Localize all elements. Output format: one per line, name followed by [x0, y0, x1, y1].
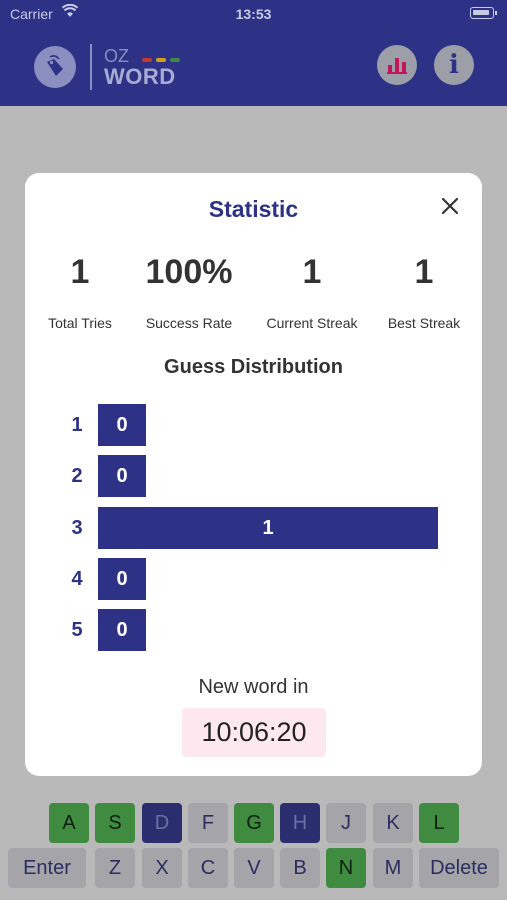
logo-dash-yellow — [156, 58, 166, 62]
distribution-row: 1 0 — [60, 404, 450, 446]
stat-value: 100% — [145, 253, 233, 291]
info-button[interactable]: i — [434, 45, 474, 85]
distribution-bar: 0 — [98, 558, 146, 600]
stat-label: Current Streak — [266, 315, 358, 331]
guess-number: 4 — [71, 568, 83, 590]
key-c[interactable]: C — [188, 848, 228, 888]
key-l[interactable]: L — [419, 803, 459, 843]
stat-label: Best Streak — [387, 315, 461, 331]
distribution-bar: 1 — [98, 507, 438, 549]
info-icon: i — [449, 50, 459, 80]
close-icon — [441, 197, 459, 215]
stat-value: 1 — [70, 253, 90, 291]
logo-dash-green — [170, 58, 180, 62]
logo-text-bottom: WORD — [104, 64, 176, 89]
guess-number: 5 — [71, 619, 83, 641]
key-a[interactable]: A — [49, 803, 89, 843]
logo-dash-red — [142, 58, 152, 62]
new-word-label: New word in — [198, 676, 309, 698]
key-d[interactable]: D — [142, 803, 182, 843]
bar-chart-icon — [387, 58, 407, 74]
key-x[interactable]: X — [142, 848, 182, 888]
clock: 13:53 — [235, 6, 272, 22]
key-m[interactable]: M — [373, 848, 413, 888]
key-n[interactable]: N — [326, 848, 366, 888]
key-s[interactable]: S — [95, 803, 135, 843]
close-button[interactable] — [437, 193, 463, 219]
guess-number: 3 — [71, 517, 83, 539]
stat-success-rate: 100% Success Rate — [129, 251, 249, 331]
guess-number: 1 — [71, 414, 83, 436]
distribution-bar: 0 — [98, 609, 146, 651]
key-z[interactable]: Z — [95, 848, 135, 888]
distribution-row: 2 0 — [60, 455, 450, 497]
key-v[interactable]: V — [234, 848, 274, 888]
stat-label: Success Rate — [145, 315, 233, 331]
guess-number: 2 — [71, 465, 83, 487]
key-delete[interactable]: Delete — [419, 848, 499, 888]
app-header: Carrier 13:53 OZ WORD i — [0, 0, 507, 106]
logo-badge-icon — [34, 46, 76, 88]
stat-label: Total Tries — [48, 315, 112, 331]
distribution-bar: 0 — [98, 404, 146, 446]
key-h[interactable]: H — [280, 803, 320, 843]
key-k[interactable]: K — [373, 803, 413, 843]
key-j[interactable]: J — [326, 803, 366, 843]
logo-divider — [90, 44, 92, 90]
stat-value: 1 — [302, 253, 322, 291]
stat-total-tries: 1 Total Tries — [20, 251, 140, 331]
distribution-row: 3 1 — [60, 507, 450, 549]
battery-icon — [470, 7, 497, 19]
stat-value: 1 — [414, 253, 434, 291]
distribution-row: 5 0 — [60, 609, 450, 651]
modal-title: Statistic — [208, 196, 299, 222]
status-bar: Carrier 13:53 — [0, 0, 507, 28]
key-g[interactable]: G — [234, 803, 274, 843]
distribution-row: 4 0 — [60, 558, 450, 600]
keyboard-row-4: Enter Z X C V B N M Delete — [0, 848, 507, 888]
app-logo: OZ WORD — [34, 44, 184, 90]
stat-best-streak: 1 Best Streak — [364, 251, 484, 331]
stat-current-streak: 1 Current Streak — [252, 251, 372, 331]
distribution-bar: 0 — [98, 455, 146, 497]
guess-distribution-title: Guess Distribution — [164, 356, 343, 378]
key-b[interactable]: B — [280, 848, 320, 888]
keyboard-row-3: ASDFGHJKL — [0, 803, 507, 843]
key-enter[interactable]: Enter — [8, 848, 86, 888]
countdown-timer: 10:06:20 — [182, 708, 326, 757]
statistics-button[interactable] — [377, 45, 417, 85]
key-f[interactable]: F — [188, 803, 228, 843]
